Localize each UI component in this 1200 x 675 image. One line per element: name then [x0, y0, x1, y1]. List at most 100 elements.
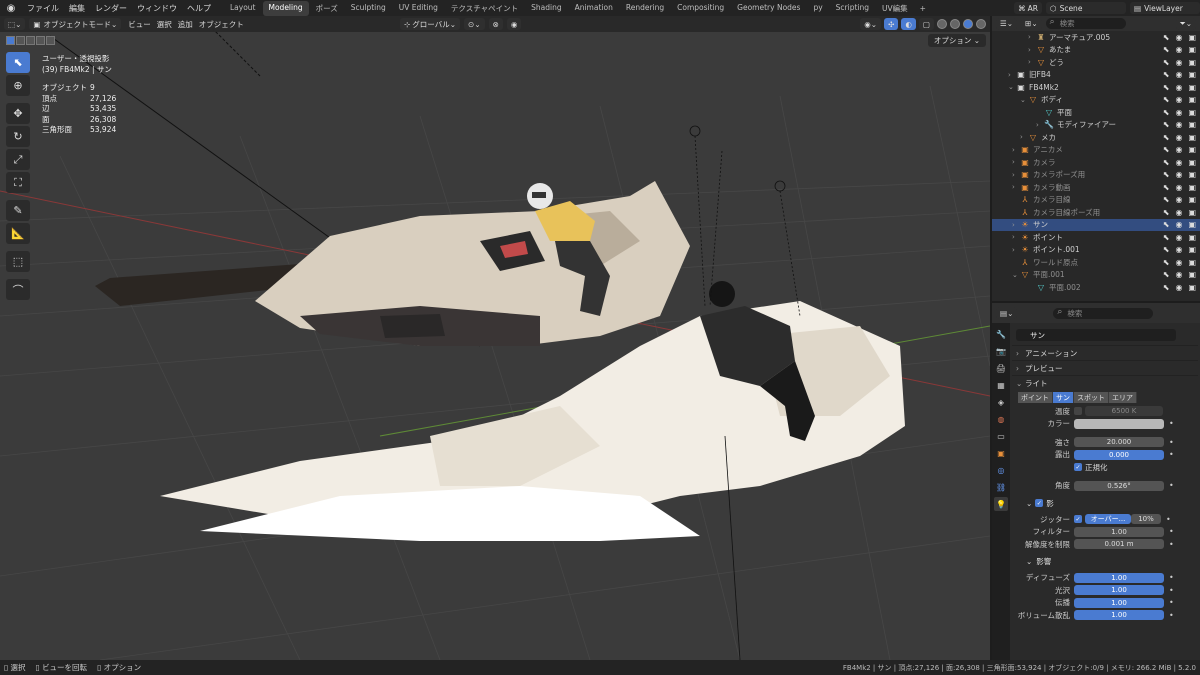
- keyframe-dot-icon[interactable]: •: [1169, 419, 1174, 428]
- pivot-selector[interactable]: ⊙ ⌄: [464, 18, 485, 30]
- outliner-row[interactable]: ▽ 平面.002 ⬉ ◉ ▣: [992, 281, 1200, 294]
- workspace-tab-5[interactable]: テクスチャペイント: [445, 1, 524, 16]
- keyframe-dot-icon[interactable]: •: [1169, 438, 1174, 447]
- menu-item-3[interactable]: ウィンドウ: [132, 3, 182, 14]
- influence-row-field[interactable]: 1.00: [1074, 597, 1164, 608]
- select-subtract-icon[interactable]: [26, 36, 35, 45]
- eye-icon[interactable]: ◉: [1175, 158, 1182, 167]
- workspace-tab-1[interactable]: Modeling: [262, 0, 309, 16]
- mode-selector[interactable]: ▣ オブジェクトモード ⌄: [29, 18, 122, 30]
- workspace-tab-7[interactable]: Animation: [569, 1, 619, 16]
- transform-tool-icon[interactable]: ⛶: [6, 172, 30, 193]
- angle-field[interactable]: 0.526°: [1074, 480, 1164, 491]
- annotate-tool-icon[interactable]: ✎: [6, 200, 30, 221]
- resolution-limit-field[interactable]: 0.001 m: [1074, 539, 1164, 550]
- outliner-search-input[interactable]: 検索: [1045, 17, 1126, 29]
- expand-arrow-icon[interactable]: ›: [1028, 33, 1036, 41]
- select-arrow-icon[interactable]: ⬉: [1163, 270, 1170, 279]
- select-arrow-icon[interactable]: ⬉: [1163, 233, 1170, 242]
- workspace-tab-9[interactable]: Compositing: [671, 1, 730, 16]
- workspace-tab-12[interactable]: Scripting: [830, 1, 875, 16]
- outliner-row[interactable]: ⌄ ▽ ボディ ⬉ ◉ ▣: [992, 94, 1200, 107]
- workspace-tab-6[interactable]: Shading: [525, 1, 567, 16]
- outliner-row[interactable]: › ▣ カメラ ⬉ ◉ ▣: [992, 156, 1200, 169]
- outliner-row[interactable]: › ♜ アーマチュア.005 ⬉ ◉ ▣: [992, 31, 1200, 44]
- keyframe-dot-icon[interactable]: •: [1166, 515, 1171, 524]
- select-arrow-icon[interactable]: ⬉: [1163, 33, 1170, 42]
- physics-tab-icon[interactable]: ◎: [994, 463, 1008, 477]
- outliner-editor-type[interactable]: ☰ ⌄: [996, 17, 1018, 30]
- workspace-tab-10[interactable]: Geometry Nodes: [731, 1, 806, 16]
- light-type-button-0[interactable]: ポイント: [1018, 392, 1053, 403]
- scale-tool-icon[interactable]: ⤢: [6, 149, 30, 170]
- eye-icon[interactable]: ◉: [1175, 108, 1182, 117]
- camera-icon[interactable]: ▣: [1188, 145, 1196, 154]
- cursor-tool-icon[interactable]: ⊕: [6, 75, 30, 96]
- outliner-row[interactable]: ⅄ ワールド原点 ⬉ ◉ ▣: [992, 256, 1200, 269]
- viewport-menu-2[interactable]: 追加: [175, 19, 196, 30]
- outliner-row[interactable]: ⅄ カメラ目線 ⬉ ◉ ▣: [992, 194, 1200, 207]
- viewport-menu-3[interactable]: オブジェクト: [196, 19, 247, 30]
- eye-icon[interactable]: ◉: [1175, 70, 1182, 79]
- measure-tool-icon[interactable]: 📐: [6, 223, 30, 244]
- filter-field[interactable]: 1.00: [1074, 526, 1164, 537]
- select-extend-icon[interactable]: [16, 36, 25, 45]
- keyframe-dot-icon[interactable]: •: [1169, 598, 1174, 607]
- outliner-row[interactable]: ▽ 平面 ⬉ ◉ ▣: [992, 106, 1200, 119]
- light-type-button-2[interactable]: スポット: [1074, 392, 1109, 403]
- outliner-row[interactable]: › ☀ ポイント ⬉ ◉ ▣: [992, 231, 1200, 244]
- menu-item-2[interactable]: レンダー: [90, 3, 132, 14]
- material-preview-shading-icon[interactable]: [963, 19, 973, 29]
- light-type-button-1[interactable]: サン: [1053, 392, 1074, 403]
- temperature-toggle[interactable]: [1074, 407, 1082, 416]
- select-arrow-icon[interactable]: ⬉: [1163, 220, 1170, 229]
- normalize-checkbox[interactable]: ✓: [1074, 463, 1082, 472]
- eye-icon[interactable]: ◉: [1175, 208, 1182, 217]
- eye-icon[interactable]: ◉: [1175, 45, 1182, 54]
- camera-icon[interactable]: ▣: [1188, 45, 1196, 54]
- camera-icon[interactable]: ▣: [1188, 83, 1196, 92]
- shadow-subpanel-header[interactable]: ⌄ ✓ 影: [1012, 496, 1198, 510]
- influence-subpanel-header[interactable]: ⌄ 影響: [1012, 555, 1198, 569]
- keyframe-dot-icon[interactable]: •: [1169, 611, 1174, 620]
- animation-panel-header[interactable]: › アニメーション: [1012, 345, 1198, 360]
- outliner-row[interactable]: › ▣ アニカメ ⬉ ◉ ▣: [992, 144, 1200, 157]
- camera-icon[interactable]: ▣: [1188, 133, 1196, 142]
- output-tab-icon[interactable]: 🖨: [994, 361, 1008, 375]
- scene-selector[interactable]: ⬡ Scene: [1046, 2, 1126, 14]
- select-arrow-icon[interactable]: ⬉: [1163, 170, 1170, 179]
- camera-icon[interactable]: ▣: [1188, 95, 1196, 104]
- eye-icon[interactable]: ◉: [1175, 33, 1182, 42]
- expand-arrow-icon[interactable]: ›: [1028, 46, 1036, 54]
- view-layer-selector[interactable]: ▤ ViewLayer: [1130, 2, 1200, 14]
- tool-tab-icon[interactable]: 🔧: [994, 327, 1008, 341]
- select-arrow-icon[interactable]: ⬉: [1163, 95, 1170, 104]
- visibility-button[interactable]: ◉ ⌄: [860, 18, 882, 30]
- wireframe-shading-icon[interactable]: [937, 19, 947, 29]
- influence-row-field[interactable]: 1.00: [1074, 572, 1164, 583]
- gizmo-toggle[interactable]: ✣: [884, 18, 899, 30]
- display-mode-button[interactable]: ⊞ ⌄: [1021, 17, 1042, 30]
- eye-icon[interactable]: ◉: [1175, 283, 1182, 292]
- select-arrow-icon[interactable]: ⬉: [1163, 158, 1170, 167]
- camera-icon[interactable]: ▣: [1188, 183, 1196, 192]
- camera-icon[interactable]: ▣: [1188, 170, 1196, 179]
- keyframe-dot-icon[interactable]: •: [1169, 586, 1174, 595]
- menu-item-0[interactable]: ファイル: [22, 3, 64, 14]
- camera-icon[interactable]: ▣: [1188, 258, 1196, 267]
- eye-icon[interactable]: ◉: [1175, 58, 1182, 67]
- workspace-tab-8[interactable]: Rendering: [620, 1, 670, 16]
- snap-toggle[interactable]: ⊗: [488, 18, 503, 30]
- select-arrow-icon[interactable]: ⬉: [1163, 245, 1170, 254]
- select-arrow-icon[interactable]: ⬉: [1163, 133, 1170, 142]
- camera-icon[interactable]: ▣: [1188, 245, 1196, 254]
- view-layer-tab-icon[interactable]: ▦: [994, 378, 1008, 392]
- jitter-percent-field[interactable]: 10%: [1131, 514, 1161, 525]
- outliner-row[interactable]: › ☀ ポイント.001 ⬉ ◉ ▣: [992, 244, 1200, 257]
- shadow-checkbox[interactable]: ✓: [1035, 499, 1044, 507]
- outliner-row[interactable]: › ▽ どう ⬉ ◉ ▣: [992, 56, 1200, 69]
- influence-row-field[interactable]: 1.00: [1074, 610, 1164, 621]
- expand-arrow-icon[interactable]: ›: [1028, 58, 1036, 66]
- light-panel-header[interactable]: ⌄ ライト: [1012, 375, 1198, 390]
- select-box-tool-icon[interactable]: ⬉: [6, 52, 30, 73]
